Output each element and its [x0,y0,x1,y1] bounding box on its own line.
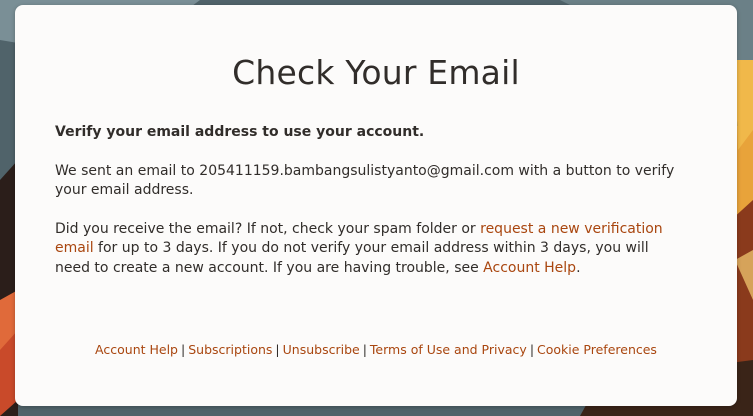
account-help-link[interactable]: Account Help [483,260,576,276]
message-body: Verify your email address to use your ac… [55,123,685,278]
sent-prefix: We sent an email to [55,162,200,179]
help-part3: . [576,259,581,276]
help-message: Did you receive the email? If not, check… [55,220,685,279]
footer-unsubscribe-link[interactable]: Unsubscribe [283,342,360,357]
footer-account-help-link[interactable]: Account Help [95,342,178,357]
footer-separator: | [529,342,535,357]
help-part1: Did you receive the email? If not, check… [55,220,481,237]
footer-separator: | [181,342,186,357]
lead-text: Verify your email address to use your ac… [55,124,425,140]
footer-subscriptions-link[interactable]: Subscriptions [188,342,272,357]
footer-links: Account Help | Subscriptions | Unsubscribe | T… [15,341,737,359]
footer-separator: | [362,342,367,357]
footer-terms-privacy-link[interactable]: Terms of Use and Privacy [370,342,527,357]
sent-message: We sent an email to 205411159.bambangsul… [55,162,685,201]
page-title: Check Your Email [232,53,520,92]
check-email-card: Check Your Email Verify your email addre… [15,5,737,406]
footer-separator: | [275,342,280,357]
email-address: 205411159.bambangsulistyanto@gmail.com [199,162,514,179]
footer-cookie-preferences-link[interactable]: Cookie Preferences [537,342,657,357]
